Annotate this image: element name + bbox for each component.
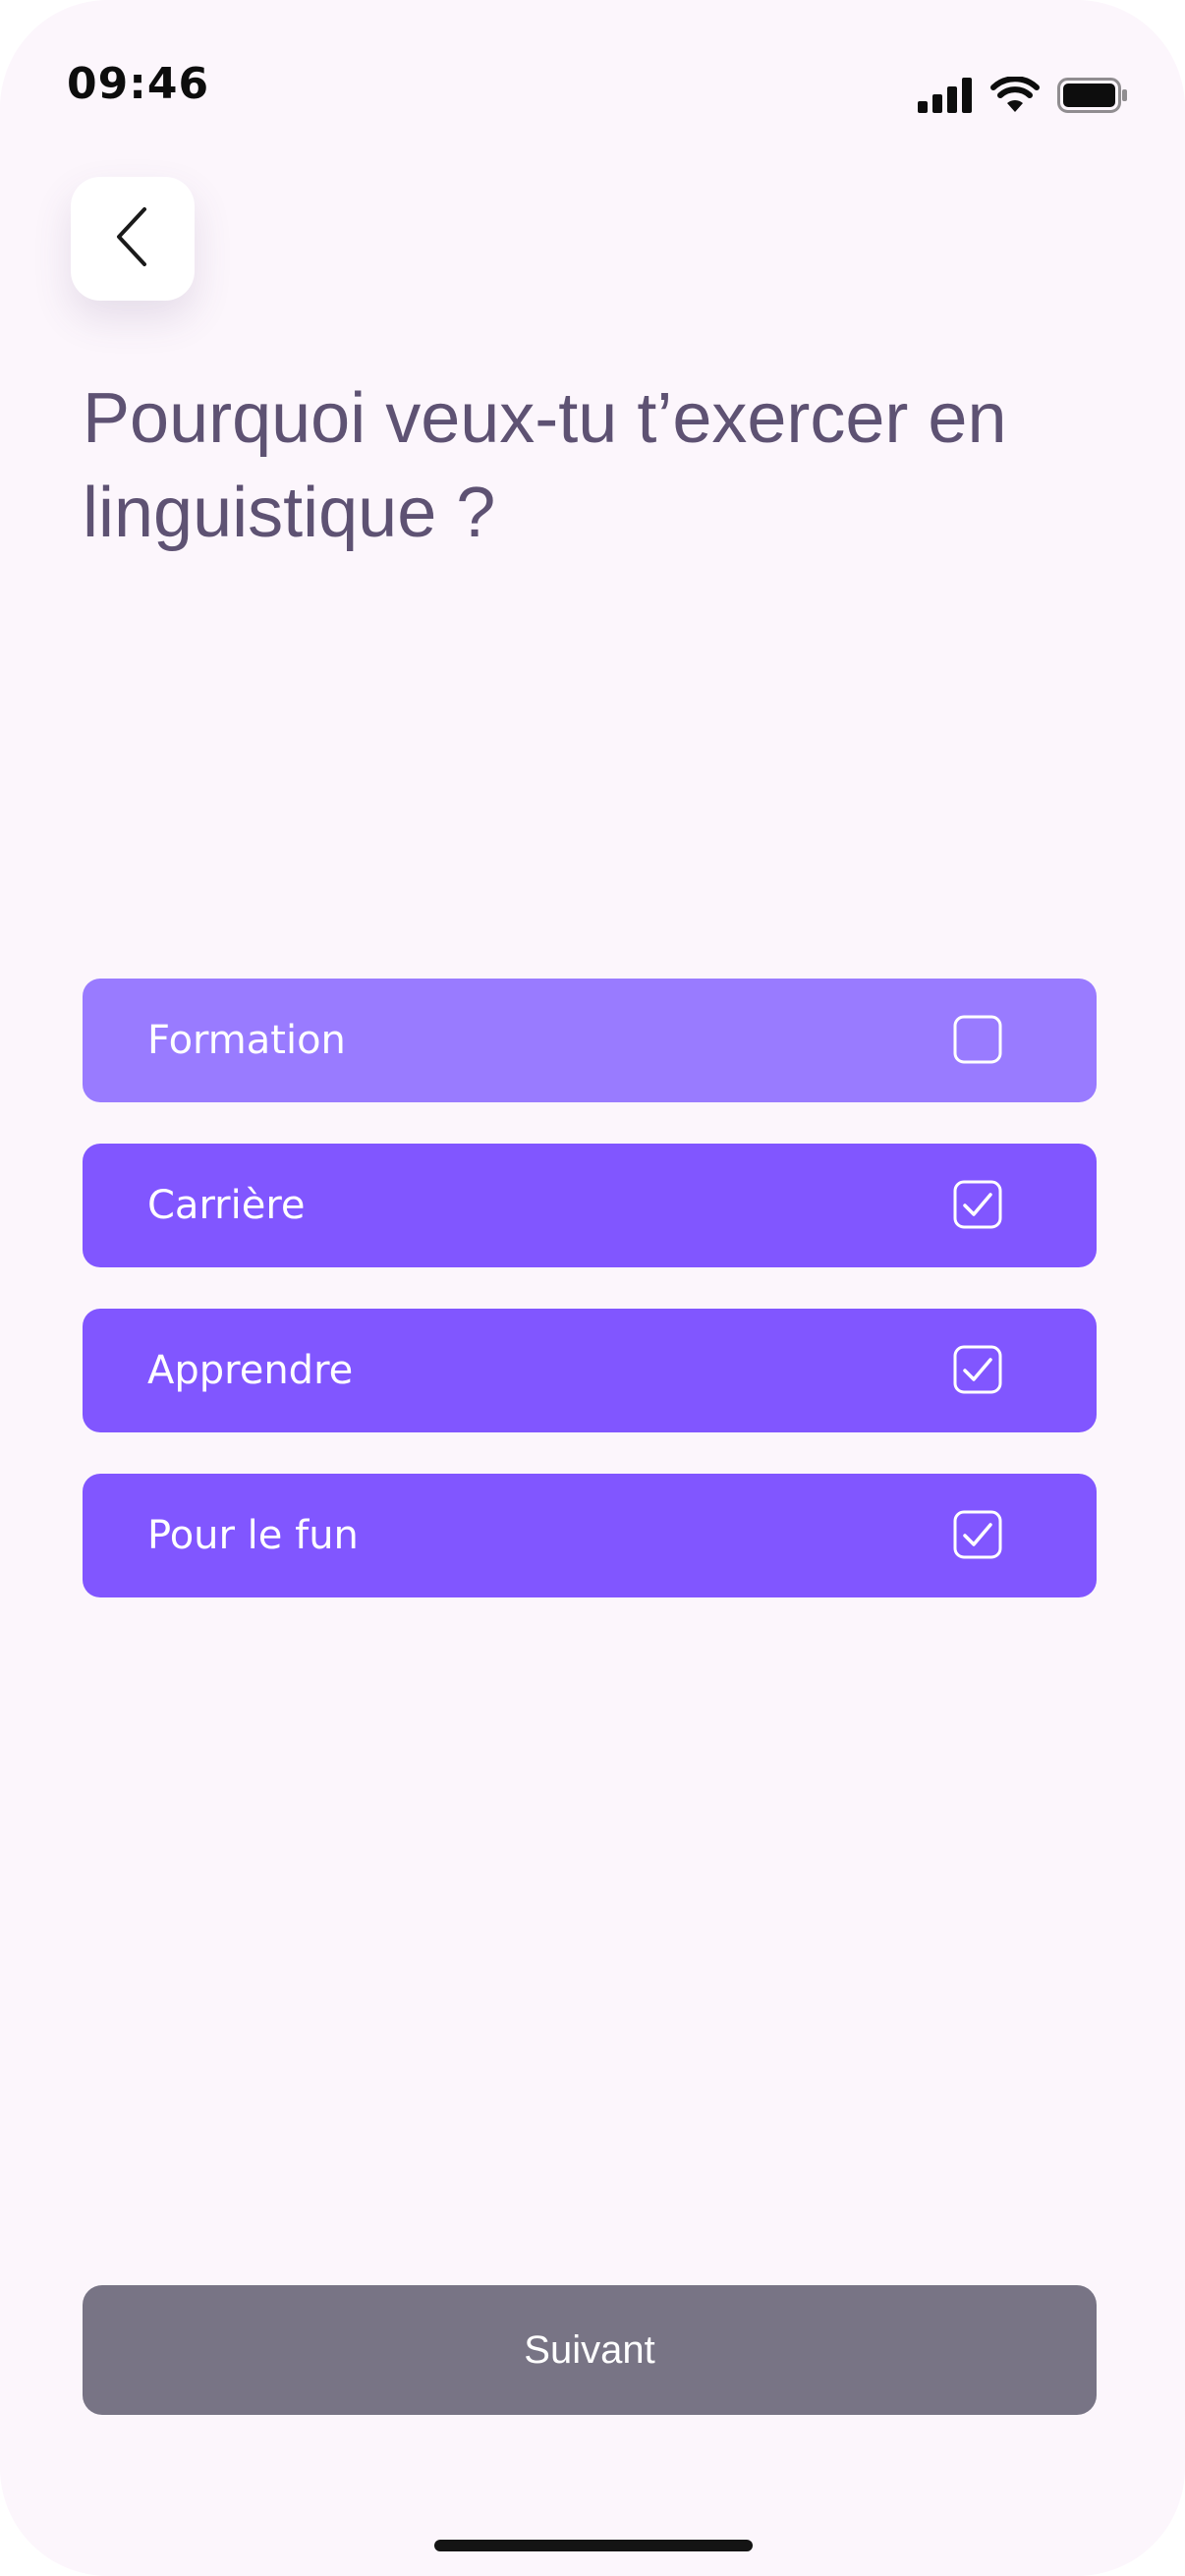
- checkbox-checked-icon[interactable]: [953, 1510, 1002, 1559]
- option-label: Apprendre: [147, 1348, 354, 1393]
- checkbox-unchecked-icon[interactable]: [953, 1015, 1002, 1064]
- cellular-signal-icon: [918, 78, 973, 113]
- option-formation[interactable]: Formation: [83, 979, 1097, 1102]
- checkbox-checked-icon[interactable]: [953, 1345, 1002, 1394]
- option-label: Carrière: [147, 1183, 306, 1228]
- home-indicator[interactable]: [434, 2540, 753, 2551]
- option-pour-le-fun[interactable]: Pour le fun: [83, 1474, 1097, 1597]
- option-apprendre[interactable]: Apprendre: [83, 1309, 1097, 1432]
- page-title: Pourquoi veux-tu t’exercer en linguistiq…: [83, 379, 1007, 552]
- option-carriere[interactable]: Carrière: [83, 1144, 1097, 1267]
- back-button[interactable]: [71, 177, 195, 301]
- next-button[interactable]: Suivant: [83, 2285, 1097, 2415]
- battery-icon: [1057, 78, 1128, 113]
- status-time: 09:46: [67, 59, 210, 109]
- option-label: Formation: [147, 1018, 346, 1063]
- option-label: Pour le fun: [147, 1513, 359, 1558]
- checkbox-checked-icon[interactable]: [953, 1180, 1002, 1229]
- status-icons: [918, 77, 1128, 114]
- options-list: Formation Carrière Apprendre Pour le fun: [83, 979, 1097, 1639]
- chevron-left-icon: [113, 205, 152, 273]
- wifi-icon: [990, 77, 1040, 114]
- screen: 09:46 Pourquoi veux-tu t’exercer en ling…: [0, 0, 1185, 2576]
